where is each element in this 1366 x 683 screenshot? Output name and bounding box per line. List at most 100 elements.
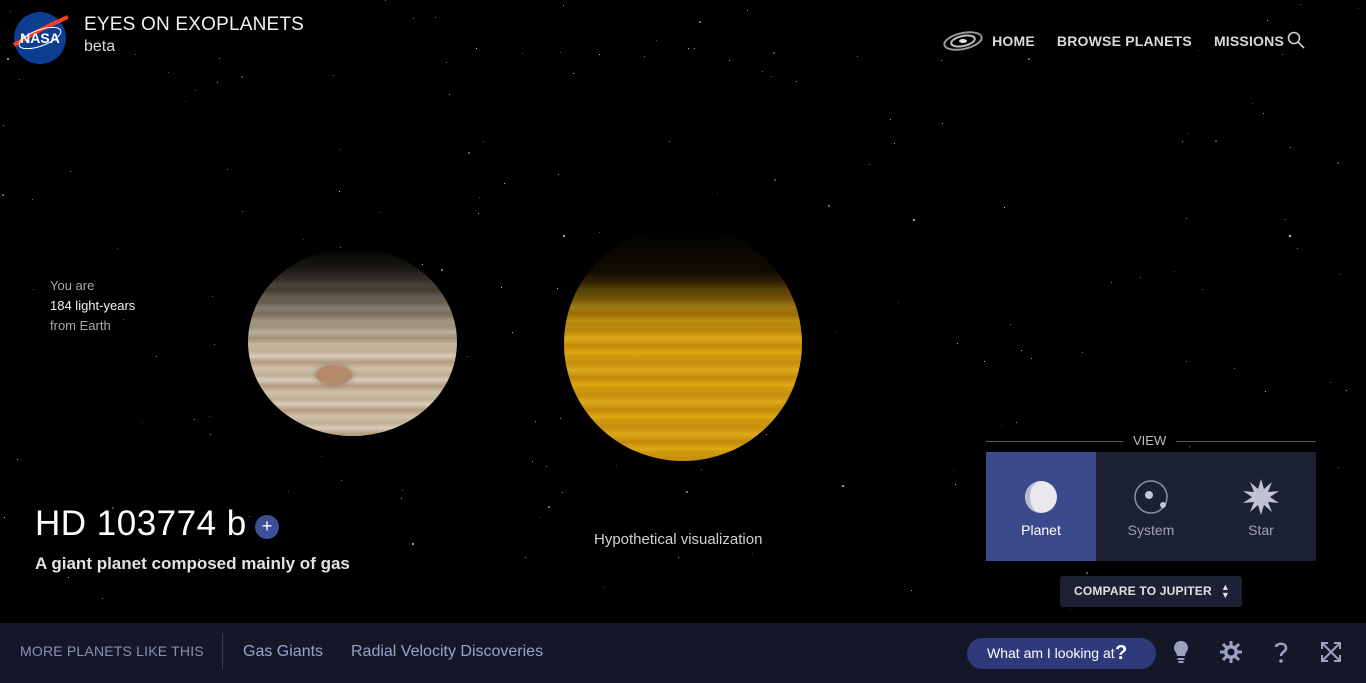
star-dot	[194, 419, 195, 420]
star-dot	[241, 76, 243, 78]
star-dot	[1004, 207, 1005, 208]
star-dot	[942, 123, 943, 124]
star-dot	[562, 492, 563, 493]
star-dot	[835, 332, 836, 333]
star-dot	[117, 248, 118, 249]
star-dot	[560, 418, 561, 419]
bottom-divider	[222, 633, 223, 669]
star-dot	[1010, 324, 1011, 325]
compare-label: COMPARE TO JUPITER	[1074, 584, 1212, 598]
star-dot	[828, 205, 830, 207]
star-dot	[1189, 446, 1190, 447]
app-title[interactable]: EYES ON EXOPLANETS	[84, 14, 304, 36]
star-dot	[70, 171, 71, 172]
star-dot	[953, 470, 954, 471]
star-dot	[1111, 282, 1112, 283]
star-dot	[599, 232, 600, 233]
star-dot	[525, 557, 526, 558]
star-dot	[1182, 141, 1183, 142]
star-dot	[752, 553, 753, 554]
star-dot	[1337, 162, 1339, 164]
nasa-logo[interactable]: NASA	[12, 11, 68, 65]
star-dot	[1215, 140, 1217, 142]
star-dot	[984, 361, 985, 362]
star-dot	[1289, 235, 1291, 237]
add-planet-button[interactable]: +	[255, 515, 279, 539]
view-planet-label: Planet	[1021, 522, 1061, 538]
star-dot	[1263, 113, 1264, 114]
star-dot	[1001, 425, 1002, 426]
star-dot	[401, 498, 402, 499]
category-link-radial-velocity[interactable]: Radial Velocity Discoveries	[351, 643, 543, 661]
view-label: VIEW	[1123, 432, 1177, 449]
bottom-bar: MORE PLANETS LIKE THIS Gas Giants Radial…	[0, 623, 1366, 683]
star-dot	[214, 344, 215, 345]
star-dot	[1174, 271, 1175, 272]
star-dot	[1086, 572, 1088, 574]
lightbulb-icon[interactable]	[1168, 639, 1194, 665]
star-dot	[102, 598, 103, 599]
star-dot	[501, 287, 502, 288]
star-dot	[644, 56, 645, 57]
star-dot	[219, 58, 220, 59]
star-dot	[1285, 219, 1286, 220]
star-dot	[1082, 352, 1083, 353]
galaxy-icon[interactable]	[942, 30, 984, 52]
category-link-gas-giants[interactable]: Gas Giants	[243, 643, 323, 661]
star-dot	[2, 194, 4, 196]
view-selector: Planet System Star	[986, 452, 1316, 561]
star-dot	[563, 235, 565, 237]
star-dot	[478, 213, 479, 214]
star-dot	[441, 269, 443, 271]
star-dot	[303, 239, 304, 240]
view-planet-button[interactable]: Planet	[986, 452, 1096, 561]
star-dot	[210, 434, 211, 435]
star-dot	[402, 490, 403, 491]
star-dot	[604, 587, 605, 588]
nav-home[interactable]: HOME	[992, 32, 1035, 50]
star-dot	[242, 211, 243, 212]
star-dot	[249, 516, 250, 517]
star-dot	[894, 143, 895, 144]
planet-description: A giant planet composed mainly of gas	[35, 554, 350, 573]
logo-text: NASA	[20, 30, 60, 46]
star-dot	[771, 76, 772, 77]
star-dot	[522, 53, 523, 54]
gear-icon[interactable]	[1218, 639, 1244, 665]
star-dot	[1028, 58, 1030, 60]
star-dot	[135, 54, 136, 55]
fullscreen-icon[interactable]	[1318, 639, 1344, 665]
nav-browse-planets[interactable]: BROWSE PLANETS	[1057, 32, 1192, 50]
star-dot	[688, 48, 689, 49]
view-system-button[interactable]: System	[1096, 452, 1206, 561]
star-dot	[701, 469, 702, 470]
star-dot	[694, 48, 695, 49]
star-dot	[957, 343, 958, 344]
compare-dropdown[interactable]: COMPARE TO JUPITER ▲ ▼	[1060, 576, 1242, 607]
star-dot	[1297, 248, 1298, 249]
star-dot	[339, 191, 340, 192]
star-dot	[209, 416, 210, 417]
star-dot	[168, 72, 169, 73]
star-dot	[898, 302, 899, 303]
star-dot	[32, 199, 33, 200]
search-icon[interactable]	[1286, 30, 1306, 50]
star-dot	[1186, 218, 1187, 219]
star-dot	[539, 517, 540, 518]
star-dot	[913, 219, 915, 221]
nav-missions[interactable]: MISSIONS	[1214, 32, 1284, 50]
view-star-button[interactable]: Star	[1206, 452, 1316, 561]
star-dot	[504, 183, 505, 184]
star-dot	[33, 289, 34, 290]
star-dot	[412, 543, 414, 545]
planet-icon	[1025, 481, 1057, 513]
what-am-i-looking-at-button[interactable]: What am I looking at ?	[967, 638, 1156, 669]
help-icon[interactable]	[1268, 639, 1294, 665]
exoplanet-visualization[interactable]	[564, 226, 802, 461]
star-dot	[1202, 289, 1203, 290]
help-button-label: What am I looking at	[987, 645, 1115, 661]
distance-line3: from Earth	[50, 318, 111, 333]
star-dot	[340, 149, 341, 150]
star-dot	[1282, 54, 1283, 55]
star-dot	[1234, 368, 1235, 369]
